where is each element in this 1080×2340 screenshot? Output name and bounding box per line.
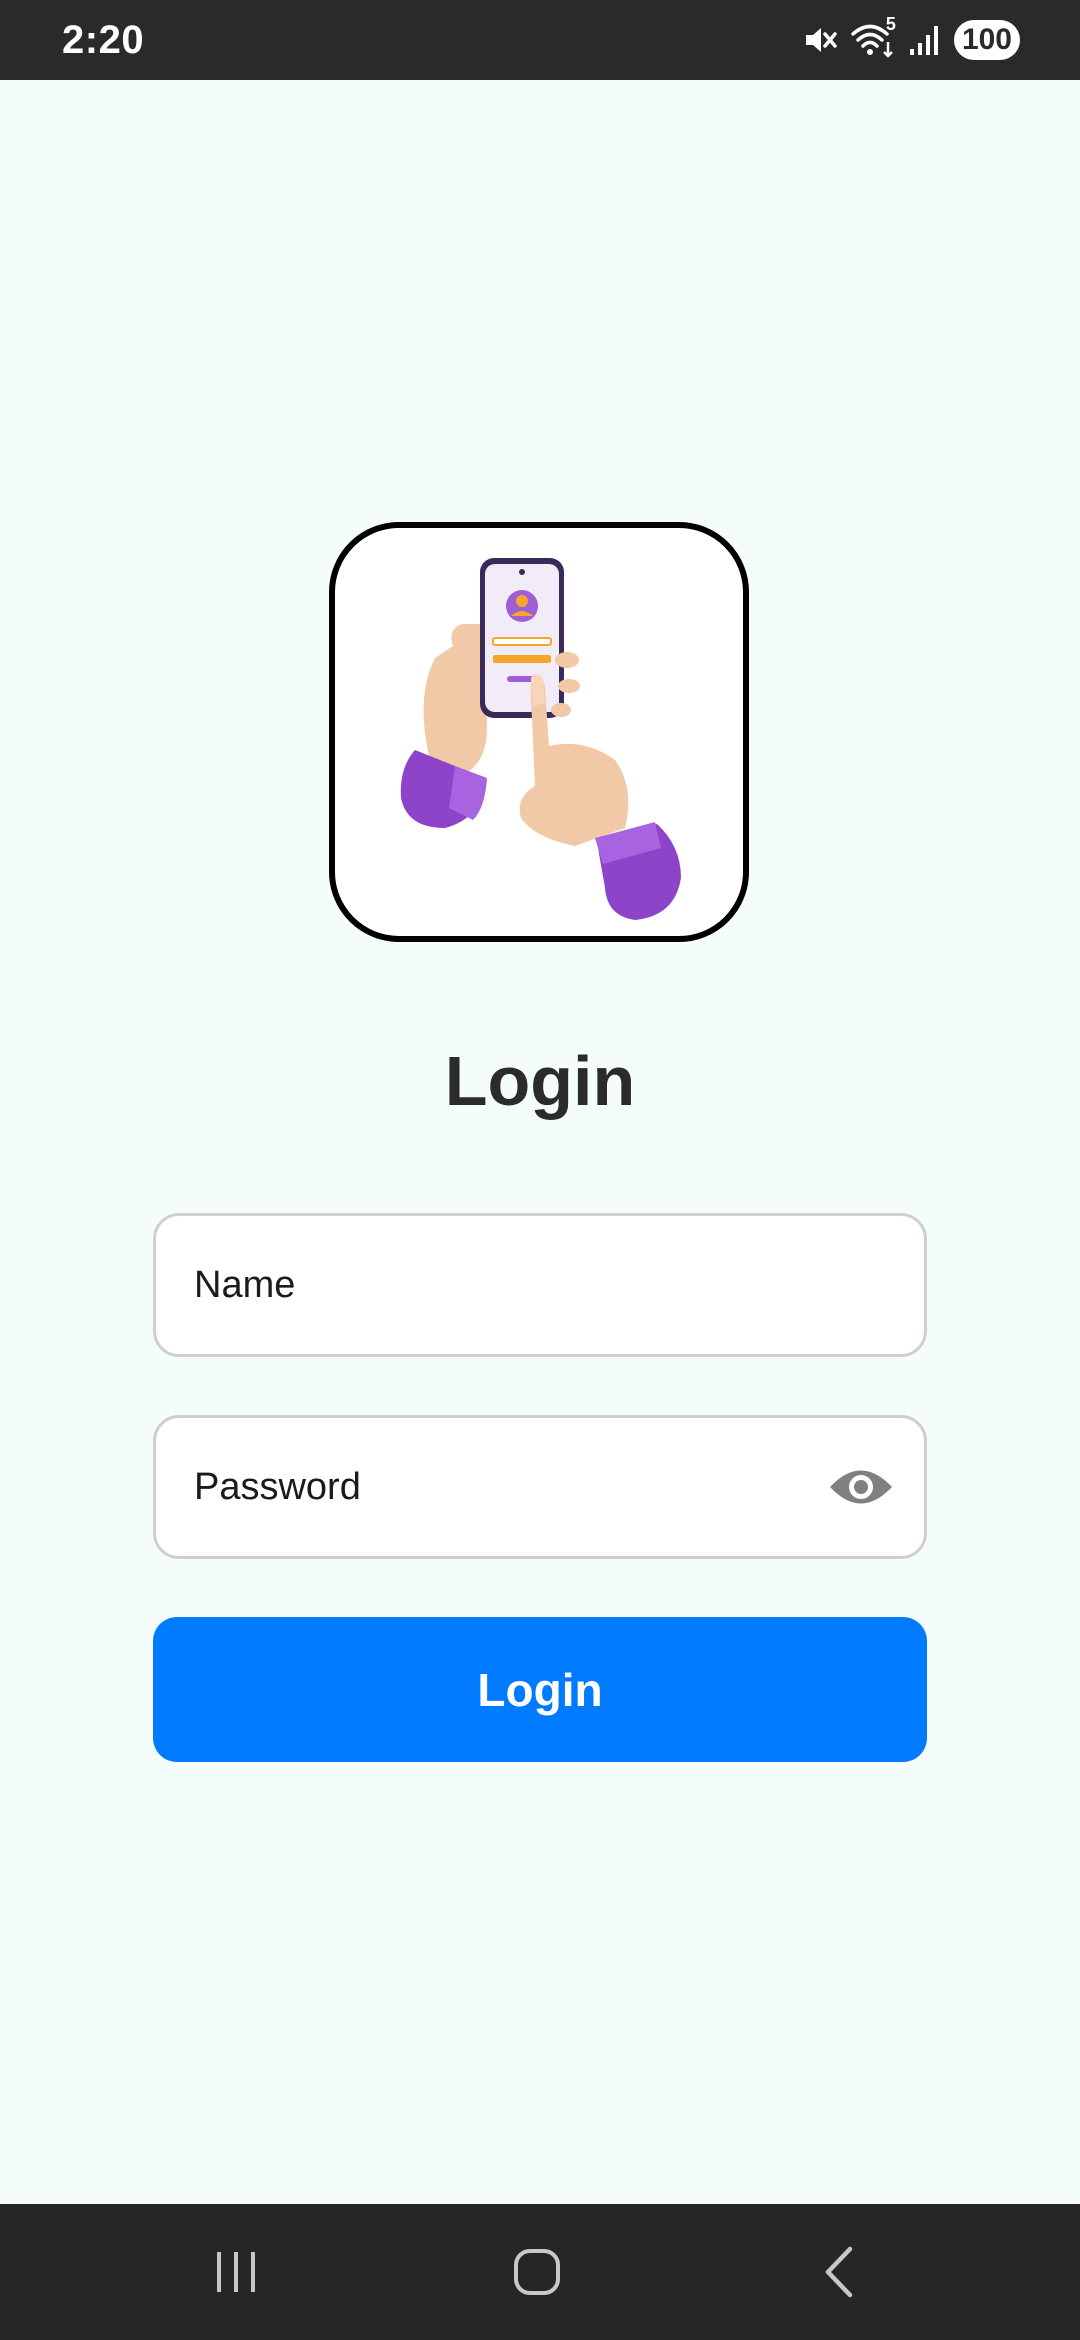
status-icons: 5 100 xyxy=(802,14,1020,62)
mute-icon xyxy=(802,22,838,58)
battery-indicator: 100 xyxy=(953,20,1020,60)
back-icon[interactable] xyxy=(800,2238,880,2306)
status-time: 2:20 xyxy=(62,18,145,62)
login-button[interactable]: Login xyxy=(153,1617,927,1762)
home-icon[interactable] xyxy=(497,2238,577,2306)
status-bar: 2:20 5 100 xyxy=(0,0,1080,80)
wifi-icon: 5 xyxy=(850,14,896,60)
wifi-label: 5 xyxy=(885,14,896,34)
recent-apps-icon[interactable] xyxy=(196,2238,276,2306)
page-title: Login xyxy=(444,1042,636,1120)
login-illustration xyxy=(329,522,749,942)
name-input[interactable] xyxy=(194,1216,814,1354)
name-field[interactable] xyxy=(153,1213,927,1357)
password-input[interactable] xyxy=(194,1418,814,1556)
signal-icon xyxy=(908,23,942,57)
navigation-bar xyxy=(0,2204,1080,2340)
password-field[interactable] xyxy=(153,1415,927,1559)
hands-holding-phone-login-illustration xyxy=(400,558,681,920)
eye-icon[interactable] xyxy=(828,1462,894,1512)
